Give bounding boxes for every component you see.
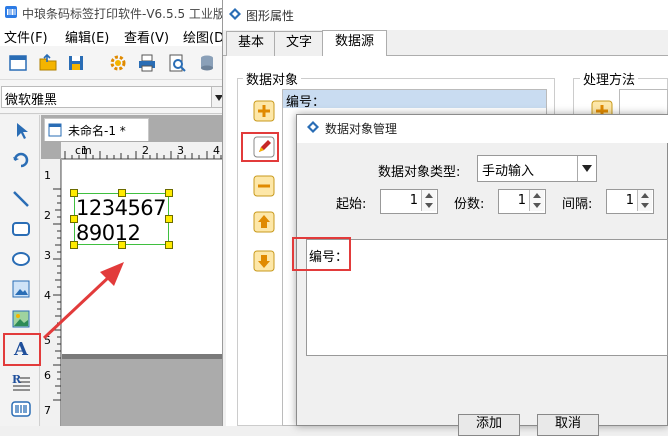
content-highlight [292, 237, 351, 271]
resize-handle[interactable] [165, 189, 173, 197]
add-button[interactable]: 添加 [458, 414, 520, 436]
copies-label: 份数: [454, 197, 485, 212]
app-logo-icon [5, 6, 17, 18]
stepper-arrows-icon[interactable] [421, 190, 436, 211]
menu-file[interactable]: 文件(F) [4, 27, 48, 46]
ruler-ticks [64, 151, 222, 159]
properties-dialog-title: 图形属性 [246, 9, 295, 23]
ruler-vertical: 1 2 3 4 5 6 7 [41, 159, 61, 426]
ruler-mark: 3 [44, 249, 51, 262]
ruler-mark: 4 [44, 289, 51, 302]
resize-handle[interactable] [118, 189, 126, 197]
ruler-mark: 2 [44, 209, 51, 222]
cancel-button[interactable]: 取消 [537, 414, 599, 436]
stepper-arrows-icon[interactable] [637, 190, 652, 211]
main-toolbar [0, 46, 228, 80]
drawing-toolbox: A R [0, 115, 40, 426]
chevron-down-icon[interactable] [577, 156, 596, 181]
ruler-mark: 6 [44, 369, 51, 382]
resize-handle[interactable] [70, 215, 78, 223]
image-tool-icon[interactable] [10, 278, 32, 300]
resize-handle[interactable] [165, 215, 173, 223]
ruler-horizontal: cm 1 2 3 4 [61, 142, 228, 159]
start-value: 1 [409, 193, 418, 208]
rectangle-tool-icon[interactable] [10, 218, 32, 240]
list-item-label: 编号： [286, 95, 326, 110]
tab-datasource[interactable]: 数据源 [322, 30, 387, 57]
ruler-mark: 5 [44, 334, 51, 347]
resize-handle[interactable] [118, 241, 126, 249]
start-label: 起始: [336, 197, 367, 212]
open-folder-icon[interactable] [38, 53, 58, 73]
tab-text[interactable]: 文字 [274, 31, 324, 56]
app-title: 中琅条码标签打印软件-V6.5.5 工业版 [22, 7, 225, 21]
text-tool-highlight [3, 333, 41, 366]
database-icon[interactable] [197, 53, 217, 73]
text-object-line-1: 1234567 [76, 196, 167, 220]
data-content-textarea[interactable] [306, 239, 668, 356]
settings-gear-icon[interactable] [108, 53, 128, 73]
remove-data-object-icon[interactable] [253, 175, 275, 197]
barcode-tool-icon[interactable] [10, 398, 32, 420]
new-window-icon[interactable] [8, 53, 28, 73]
document-icon [48, 123, 62, 137]
edit-button-highlight [241, 132, 279, 162]
properties-dialog-icon [229, 8, 241, 20]
interval-label: 间隔: [562, 197, 593, 212]
resize-handle[interactable] [165, 241, 173, 249]
label-canvas[interactable] [62, 160, 228, 354]
stepper-arrows-icon[interactable] [529, 190, 544, 211]
menu-bar: 文件(F) 编辑(E) 查看(V) 绘图(D [0, 24, 228, 46]
menu-view[interactable]: 查看(V) [124, 27, 169, 46]
ellipse-tool-icon[interactable] [10, 248, 32, 270]
ruler-ticks [53, 188, 61, 401]
data-type-label: 数据对象类型: [378, 165, 461, 180]
save-icon[interactable] [66, 53, 86, 73]
copies-value: 1 [517, 193, 526, 208]
data-object-manager-title: 数据对象管理 [325, 122, 398, 136]
print-icon[interactable] [137, 53, 157, 73]
menu-draw[interactable]: 绘图(D [183, 27, 224, 46]
picture-tool-icon[interactable] [10, 308, 32, 330]
processing-method-group-label: 处理方法 [580, 69, 639, 88]
line-tool-icon[interactable] [10, 188, 32, 210]
ruler-mark: 1 [44, 169, 51, 182]
rotate-tool-icon[interactable] [10, 148, 32, 170]
interval-value: 1 [625, 193, 634, 208]
resize-handle[interactable] [70, 241, 78, 249]
add-data-object-icon[interactable] [253, 100, 275, 122]
pointer-tool-icon[interactable] [10, 120, 32, 142]
document-tab-title: 未命名-1 * [68, 124, 126, 138]
svg-text:R: R [12, 373, 22, 386]
font-family-value: 微软雅黑 [5, 93, 58, 108]
move-up-icon[interactable] [253, 211, 275, 233]
data-object-group-label: 数据对象 [243, 69, 302, 88]
move-down-icon[interactable] [253, 250, 275, 272]
data-object-manager-icon [307, 121, 319, 133]
text-object-line-2: 89012 [76, 221, 141, 245]
resize-handle[interactable] [70, 189, 78, 197]
tab-basic[interactable]: 基本 [226, 31, 276, 56]
rich-text-tool-icon[interactable]: R [10, 371, 32, 393]
data-type-value: 手动输入 [482, 164, 535, 179]
print-preview-icon[interactable] [167, 53, 187, 73]
ruler-mark: 7 [44, 404, 51, 417]
menu-edit[interactable]: 编辑(E) [65, 27, 109, 46]
canvas-edge [62, 354, 228, 359]
